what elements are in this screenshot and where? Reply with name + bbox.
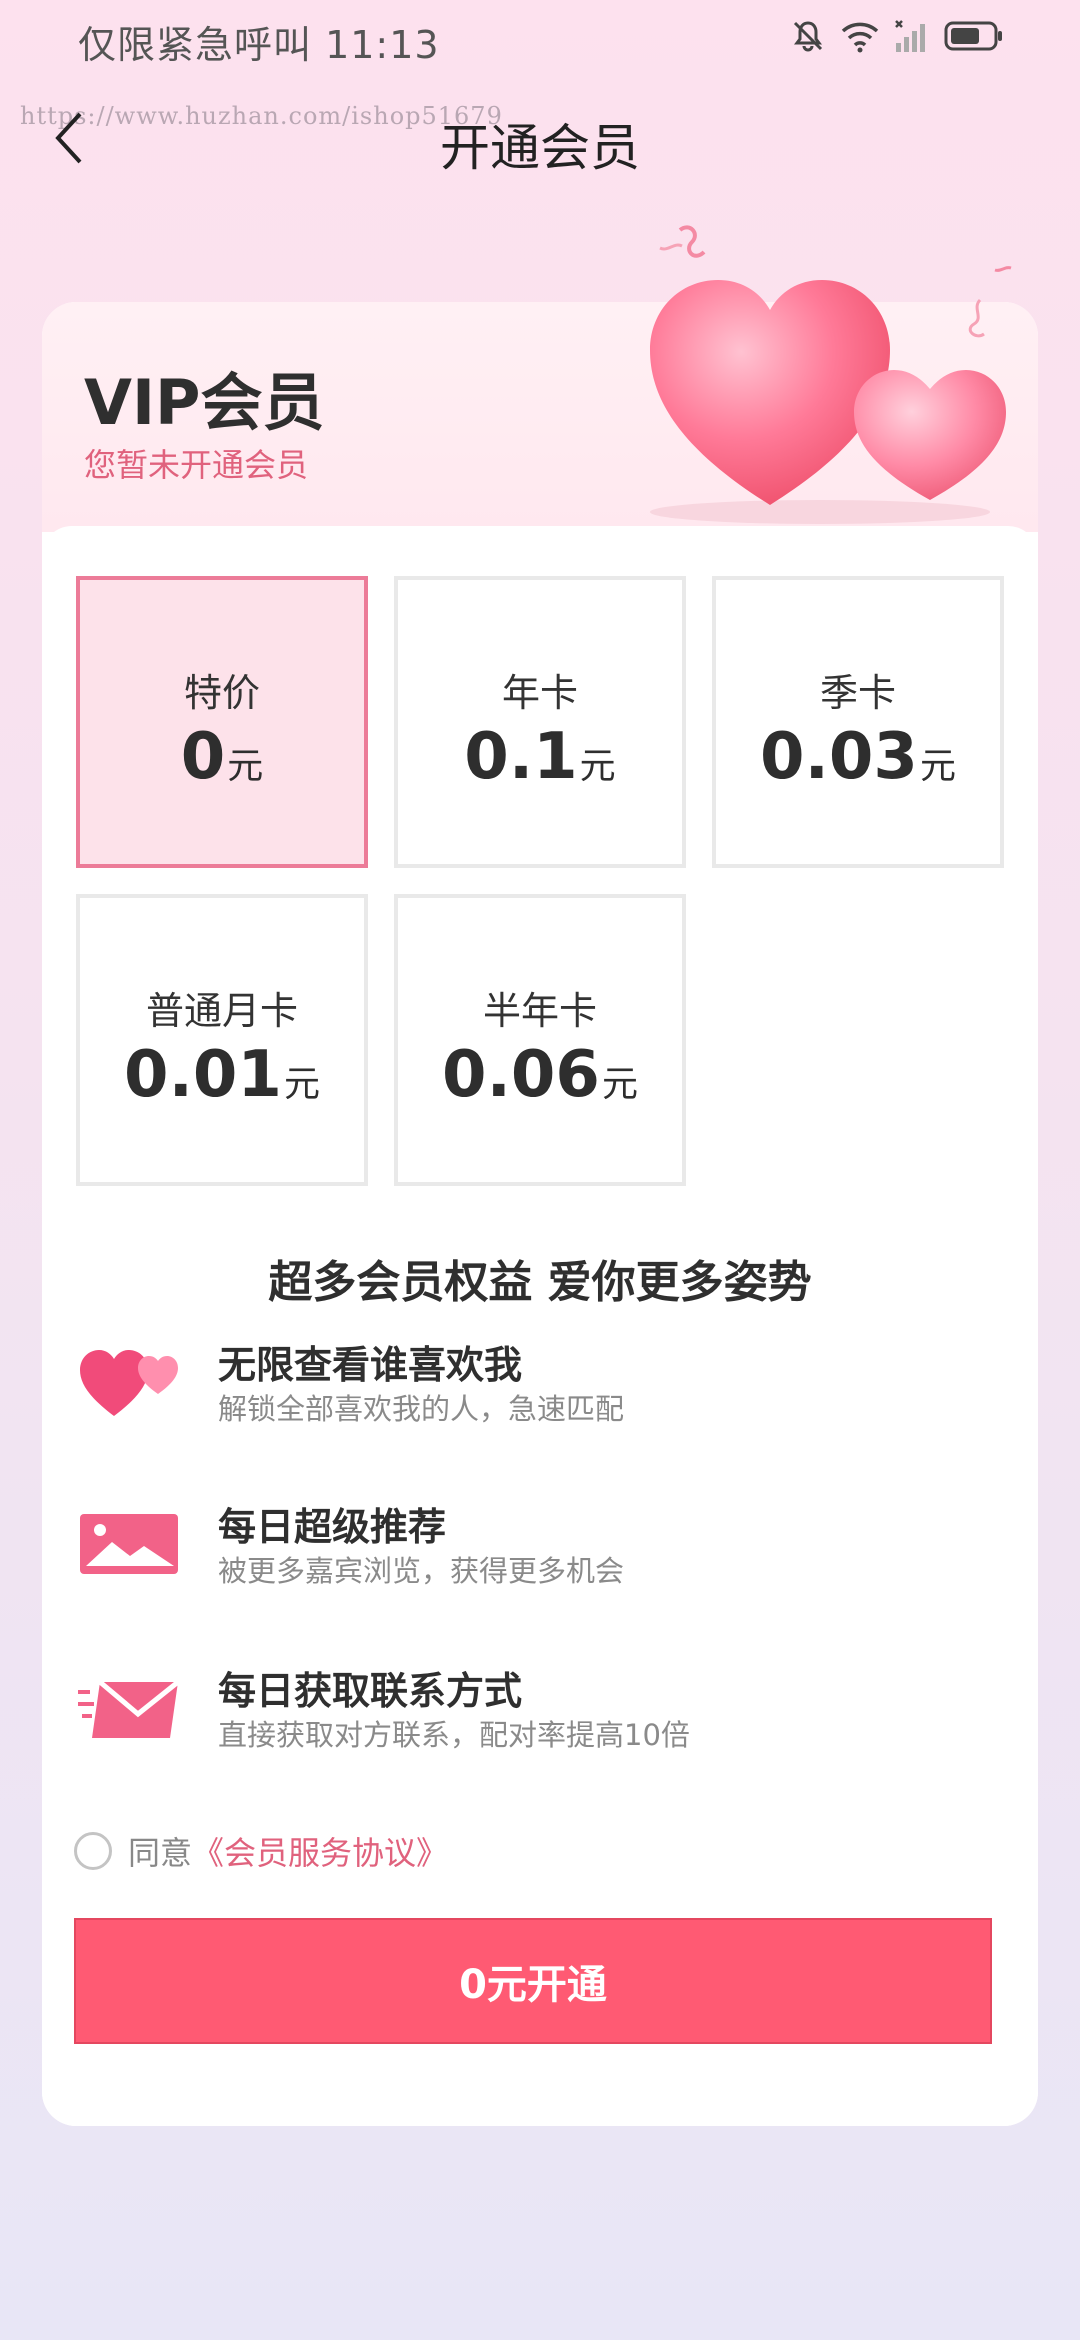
plan-price: 0.06元 bbox=[442, 1038, 638, 1112]
plan-name: 特价 bbox=[183, 671, 260, 715]
open-membership-button[interactable]: 0元开通 bbox=[74, 1918, 992, 2044]
plan-name: 年卡 bbox=[501, 671, 578, 715]
benefits-title: 超多会员权益 爱你更多姿势 bbox=[268, 1257, 812, 1308]
hearts-illustration bbox=[600, 200, 1040, 530]
agree-label: 同意 bbox=[128, 1834, 193, 1872]
status-text: 仅限紧急呼叫 11:13 bbox=[78, 23, 440, 67]
envelope-icon bbox=[76, 1668, 182, 1748]
benefit-item: 每日获取联系方式 直接获取对方联系，配对率提高10倍 bbox=[76, 1660, 996, 1770]
plan-option[interactable]: 年卡 0.1元 bbox=[394, 576, 686, 868]
benefit-item: 无限查看谁喜欢我 解锁全部喜欢我的人，急速匹配 bbox=[76, 1334, 996, 1444]
nav-bar: 开通会员 bbox=[0, 92, 1080, 188]
signal-icon bbox=[894, 19, 930, 53]
plan-price: 0.1元 bbox=[464, 720, 616, 794]
plan-option[interactable]: 普通月卡 0.01元 bbox=[76, 894, 368, 1186]
plan-name: 季卡 bbox=[819, 671, 896, 715]
vip-title: VIP会员 bbox=[84, 366, 325, 439]
plan-option[interactable]: 特价 0元 bbox=[76, 576, 368, 868]
benefit-item: 每日超级推荐 被更多嘉宾浏览，获得更多机会 bbox=[76, 1496, 996, 1606]
wifi-icon bbox=[840, 19, 880, 53]
plan-name: 普通月卡 bbox=[145, 989, 298, 1033]
plan-name: 半年卡 bbox=[482, 989, 597, 1033]
hearts-icon bbox=[76, 1342, 182, 1422]
image-icon bbox=[76, 1504, 182, 1584]
plan-price: 0.03元 bbox=[760, 720, 956, 794]
agreement-row: 同意 《会员服务协议》 bbox=[74, 1828, 448, 1874]
benefit-desc: 解锁全部喜欢我的人，急速匹配 bbox=[218, 1392, 625, 1426]
agree-checkbox[interactable] bbox=[74, 1832, 112, 1870]
benefit-desc: 被更多嘉宾浏览，获得更多机会 bbox=[218, 1554, 625, 1588]
plan-price: 0.01元 bbox=[124, 1038, 320, 1112]
vip-status: 您暂未开通会员 bbox=[84, 446, 309, 484]
battery-icon bbox=[944, 20, 1004, 52]
plan-option[interactable]: 季卡 0.03元 bbox=[712, 576, 1004, 868]
benefit-title: 每日超级推荐 bbox=[218, 1505, 447, 1549]
status-icons bbox=[790, 18, 1004, 54]
benefit-title: 无限查看谁喜欢我 bbox=[218, 1343, 523, 1387]
benefit-title: 每日获取联系方式 bbox=[218, 1669, 523, 1713]
bell-off-icon bbox=[790, 18, 826, 54]
agreement-link[interactable]: 《会员服务协议》 bbox=[192, 1828, 448, 1874]
plan-option[interactable]: 半年卡 0.06元 bbox=[394, 894, 686, 1186]
status-bar: 仅限紧急呼叫 11:13 bbox=[0, 0, 1080, 80]
benefit-desc: 直接获取对方联系，配对率提高10倍 bbox=[218, 1718, 690, 1752]
page-title: 开通会员 bbox=[440, 119, 640, 177]
plan-price: 0元 bbox=[180, 720, 264, 794]
vip-card: VIP会员 您暂未开通会员 特价 0元 年卡 0.1元 季卡 0.03元 普通月… bbox=[42, 302, 1038, 2126]
